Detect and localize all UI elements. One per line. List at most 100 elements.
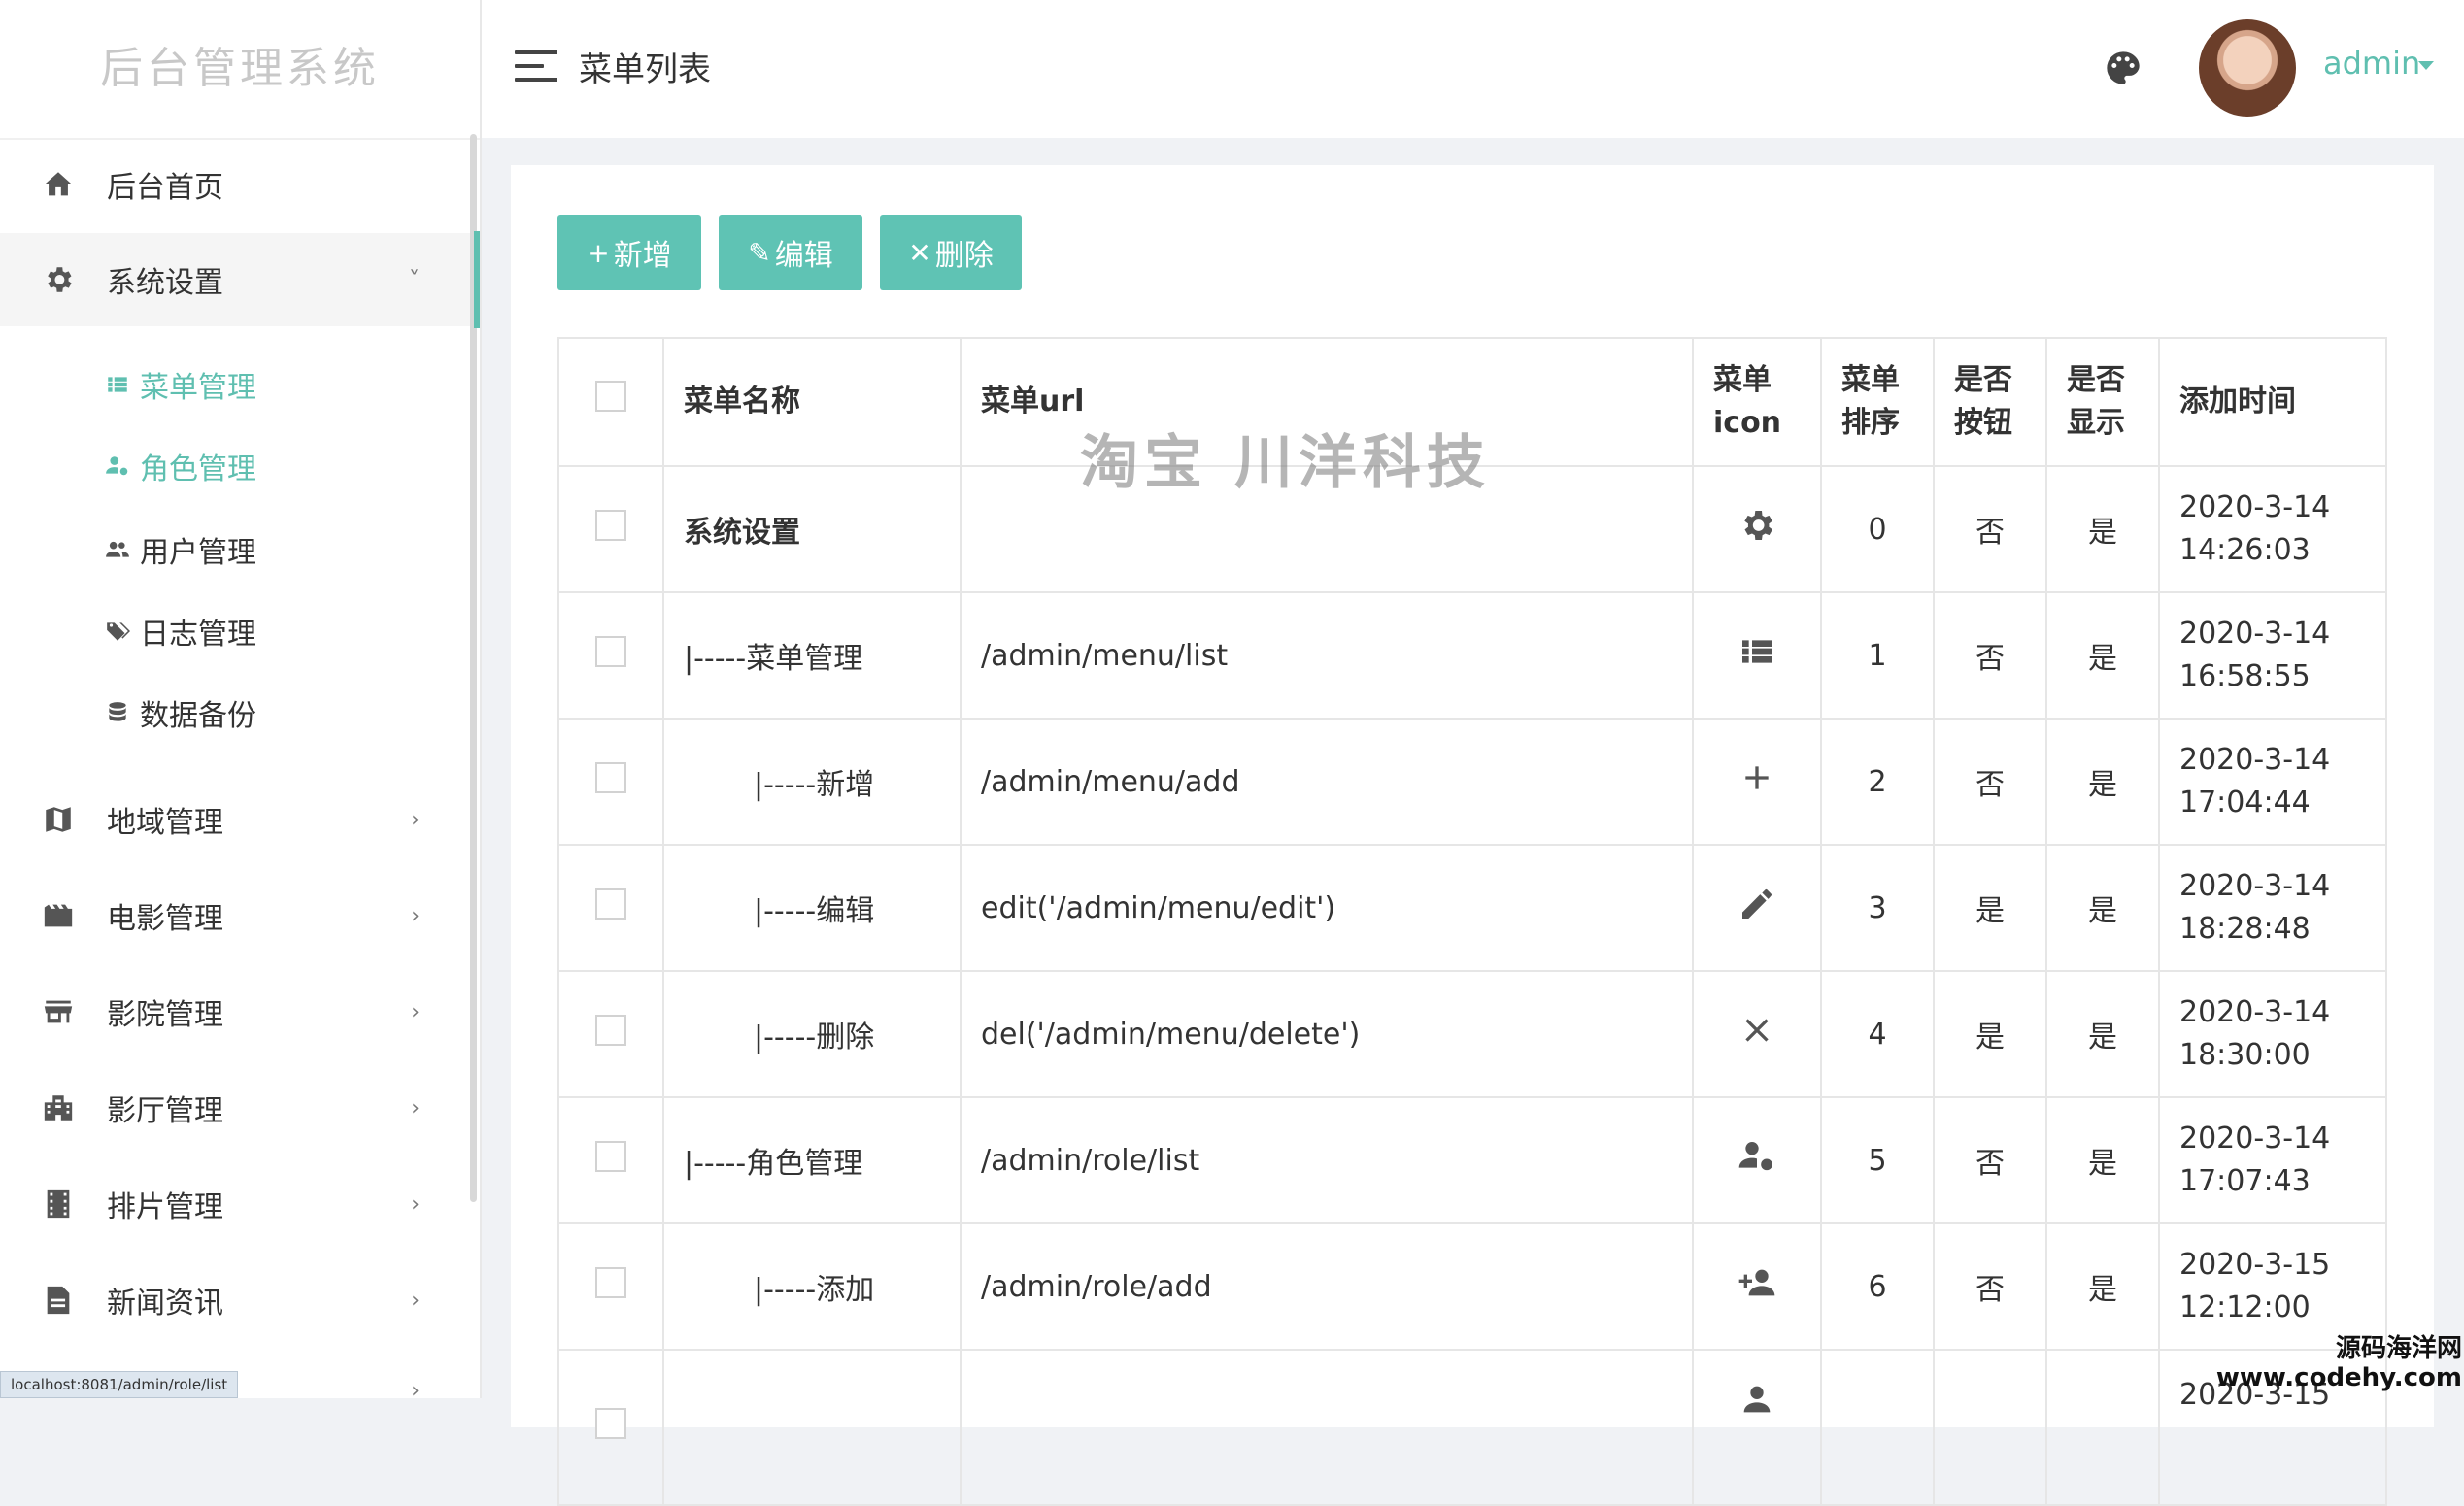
corner-watermark-line2: www.codehy.com	[2215, 1363, 2462, 1392]
row-checkbox[interactable]	[595, 888, 626, 920]
menu-added-time: 2020-3-14 16:58:55	[2158, 591, 2387, 720]
menu-name: |-----角色管理	[662, 1096, 962, 1224]
close-icon	[1745, 1019, 1769, 1042]
date: 2020-3-14	[2179, 995, 2331, 1029]
active-indicator	[474, 231, 480, 328]
user-name[interactable]: admin	[2323, 45, 2420, 82]
menu-icon-cell	[1692, 1096, 1822, 1224]
plus-icon	[1745, 766, 1769, 789]
col-header-is-button: 是否 按钮	[1933, 337, 2047, 467]
top-header: 菜单列表 admin	[482, 0, 2464, 138]
sidebar-item-log[interactable]: 日志管理	[105, 602, 256, 660]
page-title: 菜单列表	[579, 50, 711, 89]
nav-item-movie[interactable]: 电影管理 ›	[0, 869, 480, 962]
menu-is-shown: 是	[2045, 465, 2160, 593]
row-select-cell	[557, 970, 664, 1098]
menu-is-shown: 是	[2045, 970, 2160, 1098]
menu-added-time: 2020-3-14 18:28:48	[2158, 844, 2387, 972]
delete-button[interactable]: ✕ 删除	[880, 215, 1022, 290]
nav-item-cinema[interactable]: 影院管理 ›	[0, 965, 480, 1058]
menu-order	[1820, 1349, 1935, 1506]
user-gear-icon	[105, 452, 132, 480]
sub-label: 角色管理	[140, 452, 256, 486]
nav-item-system-settings[interactable]: 系统设置 ˅	[0, 233, 480, 326]
menu-order: 5	[1820, 1096, 1935, 1224]
menu-url	[960, 1349, 1694, 1506]
row-checkbox[interactable]	[595, 636, 626, 667]
caret-down-icon[interactable]	[2418, 61, 2434, 70]
sidebar: 后台管理系统 后台首页 系统设置 ˅ 菜单管理 角色管理 用户管理 日志管理 数…	[0, 0, 482, 1398]
nav-item-home[interactable]: 后台首页	[0, 138, 480, 231]
nav-item-region[interactable]: 地域管理 ›	[0, 773, 480, 866]
nav-item-schedule[interactable]: 排片管理 ›	[0, 1157, 480, 1251]
row-checkbox[interactable]	[595, 510, 626, 541]
edit-button[interactable]: ✎ 编辑	[719, 215, 862, 290]
menu-is-shown: 是	[2045, 718, 2160, 846]
menu-added-time: 2020-3-14 18:30:00	[2158, 970, 2387, 1098]
table-row[interactable]: |-----新增 /admin/menu/add 2 否 是 2020-3-14…	[557, 718, 2387, 846]
menu-is-shown: 是	[2045, 844, 2160, 972]
col-header-order: 菜单 排序	[1820, 337, 1935, 467]
time: 18:30:00	[2179, 1038, 2311, 1072]
sidebar-item-user[interactable]: 用户管理	[105, 520, 256, 579]
row-checkbox[interactable]	[595, 1141, 626, 1172]
sidebar-item-role[interactable]: 角色管理	[105, 437, 256, 495]
user-plus-icon	[1738, 1269, 1775, 1296]
menu-table: 菜单名称 菜单url 菜单 icon 菜单 排序 是否 按钮 是否 显示 添加时…	[557, 337, 2387, 1506]
menu-toggle-icon[interactable]	[515, 50, 557, 85]
row-select-cell	[557, 591, 664, 720]
menu-added-time: 2020-3-14 17:04:44	[2158, 718, 2387, 846]
menu-icon-cell	[1692, 970, 1822, 1098]
table-row[interactable]: |-----角色管理 /admin/role/list 5 否 是 2020-3…	[557, 1096, 2387, 1224]
menu-icon-cell	[1692, 718, 1822, 846]
time: 12:12:00	[2179, 1290, 2311, 1324]
menu-name: 系统设置	[662, 465, 962, 593]
menu-is-button: 是	[1933, 970, 2047, 1098]
menu-name: |-----菜单管理	[662, 591, 962, 720]
row-checkbox[interactable]	[595, 1015, 626, 1046]
menu-icon-cell	[1692, 591, 1822, 720]
nav-item-hall[interactable]: 影厅管理 ›	[0, 1061, 480, 1155]
app-logo: 后台管理系统	[0, 0, 480, 140]
row-checkbox[interactable]	[595, 1408, 626, 1439]
menu-is-shown: 是	[2045, 591, 2160, 720]
sidebar-item-menu[interactable]: 菜单管理	[105, 355, 256, 414]
sidebar-item-backup[interactable]: 数据备份	[105, 684, 256, 742]
table-row[interactable]: |-----删除 del('/admin/menu/delete') 4 是 是…	[557, 970, 2387, 1098]
table-row[interactable]: |-----菜单管理 /admin/menu/list 1 否 是 2020-3…	[557, 591, 2387, 720]
menu-name: |-----删除	[662, 970, 962, 1098]
clapper-icon	[39, 896, 78, 935]
corner-watermark-line1: 源码海洋网	[2335, 1334, 2462, 1363]
menu-order: 1	[1820, 591, 1935, 720]
nav-item-news[interactable]: 新闻资讯 ›	[0, 1254, 480, 1347]
menu-is-shown: 是	[2045, 1222, 2160, 1351]
menu-is-button: 是	[1933, 844, 2047, 972]
row-checkbox[interactable]	[595, 1267, 626, 1298]
user-gear-icon	[1738, 1142, 1772, 1171]
chevron-right-icon: ›	[411, 1378, 420, 1399]
date: 2020-3-14	[2179, 617, 2331, 651]
sub-label: 菜单管理	[140, 371, 256, 405]
chevron-right-icon: ›	[411, 1288, 420, 1313]
home-icon	[39, 165, 78, 204]
menu-is-button	[1933, 1349, 2047, 1506]
nav-label: 影院管理	[107, 998, 223, 1032]
select-all-checkbox[interactable]	[595, 380, 626, 412]
table-row[interactable]: 2020-3-15	[557, 1349, 2387, 1506]
table-row[interactable]: |-----编辑 edit('/admin/menu/edit') 3 是 是 …	[557, 844, 2387, 972]
add-button[interactable]: + 新增	[557, 215, 701, 290]
menu-is-button: 否	[1933, 1096, 2047, 1224]
nav-label: 排片管理	[107, 1190, 223, 1224]
date: 2020-3-15	[2179, 1248, 2331, 1282]
palette-icon[interactable]	[2104, 49, 2143, 87]
date: 2020-3-14	[2179, 490, 2331, 524]
menu-is-button: 否	[1933, 465, 2047, 593]
watermark: 淘宝 川洋科技	[1080, 429, 1491, 497]
row-checkbox[interactable]	[595, 762, 626, 793]
close-icon: ✕	[908, 236, 931, 269]
avatar[interactable]	[2199, 19, 2296, 117]
table-row[interactable]: |-----添加 /admin/role/add 6 否 是 2020-3-15…	[557, 1222, 2387, 1351]
database-icon	[105, 699, 132, 726]
menu-is-shown	[2045, 1349, 2160, 1506]
select-all-cell	[557, 337, 664, 467]
